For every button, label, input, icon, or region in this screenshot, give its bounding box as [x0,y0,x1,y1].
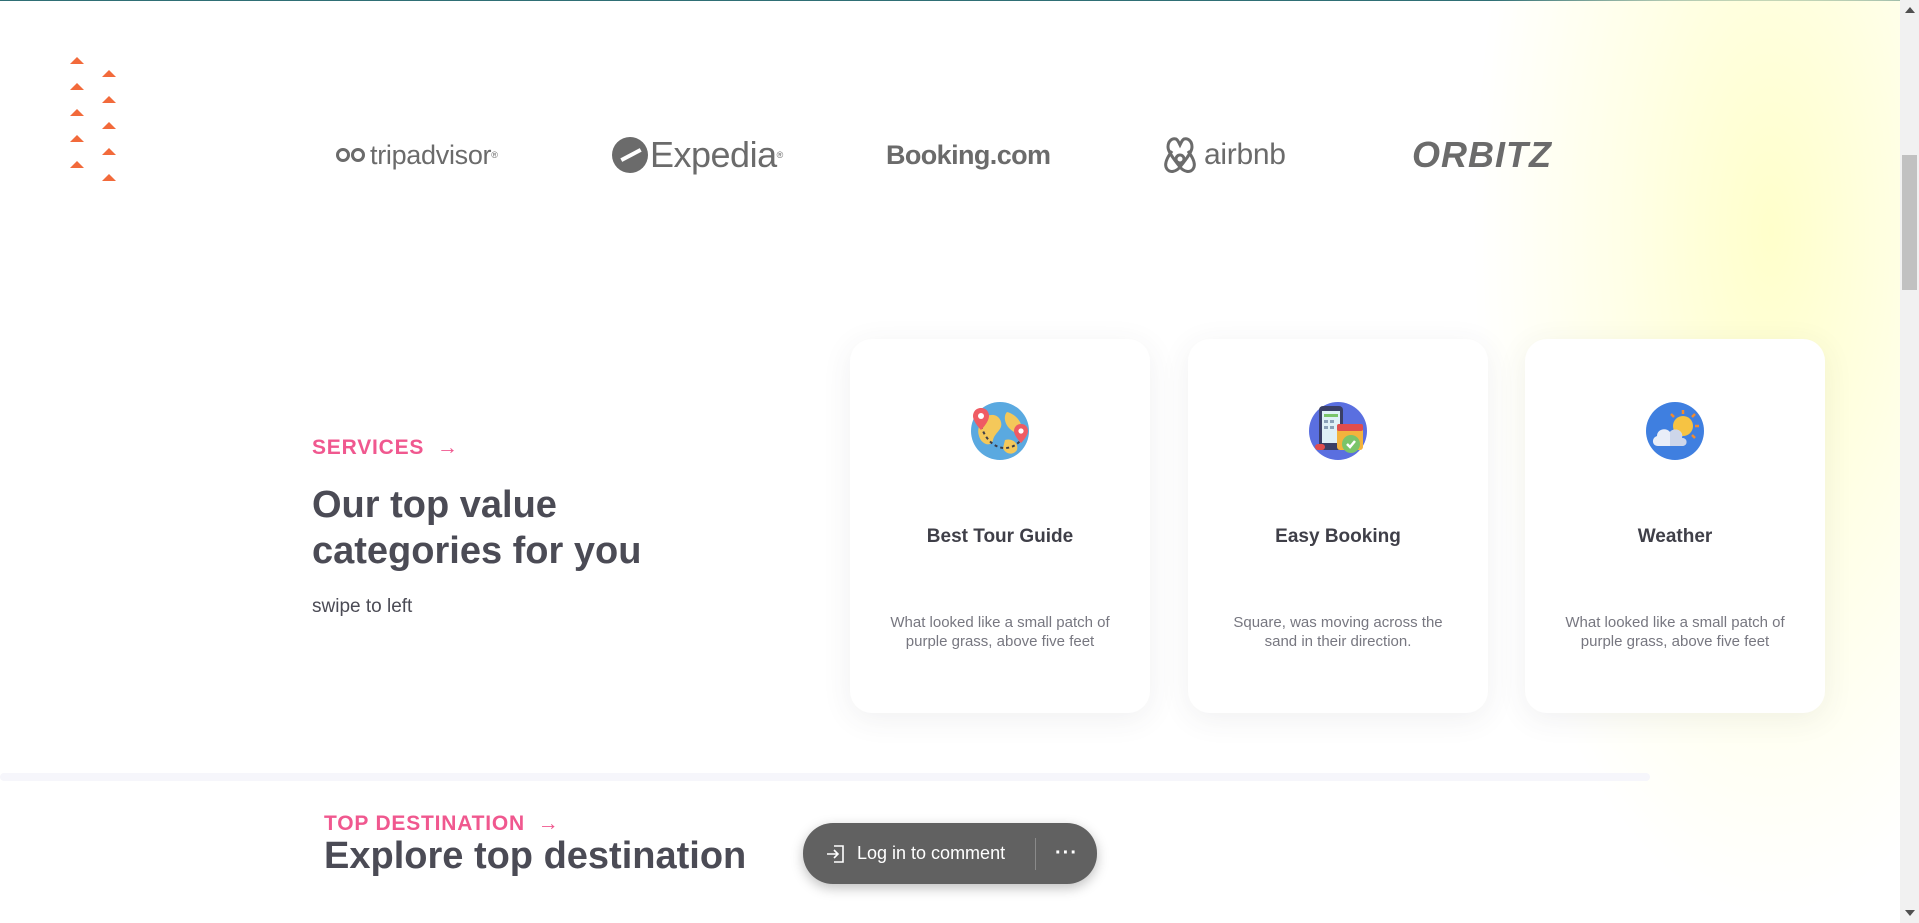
comment-bar: Log in to comment ··· [803,823,1097,884]
expedia-globe-icon [612,137,648,173]
tripadvisor-logo: tripadvisor ® [336,130,498,180]
card-title: Best Tour Guide [926,526,1074,547]
scroll-up-arrow-icon[interactable] [1905,7,1915,13]
tripadvisor-registered-mark: ® [491,150,498,160]
more-options-button[interactable]: ··· [1036,823,1097,884]
services-title: Our top value categories for you [312,484,642,572]
card-title: Weather [1637,526,1713,547]
expedia-registered-mark: ® [776,150,784,160]
services-section-label: SERVICES → [312,436,459,460]
card-description: What looked like a small patch of purple… [890,614,1110,650]
airbnb-belo-icon [1164,137,1196,173]
destination-title: Explore top destination [324,835,747,877]
orbitz-logo: ORBITZ [1412,130,1552,180]
destination-section-label: TOP DESTINATION → [324,812,559,836]
partner-logos: tripadvisor ® Expedia ® Booking.com airb… [0,130,1900,180]
arrow-right-icon: → [436,436,459,459]
cloud-sun-icon [1646,402,1704,460]
card-description: Square, was moving across the sand in th… [1233,614,1443,650]
arrow-right-icon: → [537,812,560,835]
globe-map-pins-icon [971,402,1029,460]
airbnb-logo-text: airbnb [1204,138,1286,171]
service-card-tour-guide[interactable]: Best Tour Guide What looked like a small… [850,339,1150,713]
login-button-label: Log in to comment [857,843,1006,863]
card-description: What looked like a small patch of purple… [1565,614,1785,650]
orbitz-logo-text: ORBITZ [1412,134,1552,175]
card-title: Easy Booking [1275,526,1401,547]
login-to-comment-button[interactable]: Log in to comment [803,823,1035,884]
expedia-logo-text: Expedia [650,134,777,175]
destination-label-text: TOP DESTINATION [324,812,526,835]
tripadvisor-logo-text: tripadvisor [370,139,492,170]
swipe-hint: swipe to left [312,596,413,617]
login-icon [827,844,844,863]
scrollbar-thumb[interactable] [1902,155,1917,290]
booking-logo: Booking.com [886,130,1051,180]
tripadvisor-owl-icon [336,148,366,162]
service-card-weather[interactable]: Weather What looked like a small patch o… [1525,339,1825,713]
vertical-scrollbar[interactable] [1900,0,1919,923]
expedia-logo: Expedia ® [612,130,783,180]
booking-logo-text: Booking.com [886,139,1051,170]
service-card-easy-booking[interactable]: Easy Booking Square, was moving across t… [1188,339,1488,713]
booking-calendar-icon [1309,402,1367,460]
airbnb-logo: airbnb [1162,130,1286,180]
section-divider [0,773,1650,781]
scroll-down-arrow-icon[interactable] [1905,910,1915,916]
services-label-text: SERVICES [312,436,425,459]
